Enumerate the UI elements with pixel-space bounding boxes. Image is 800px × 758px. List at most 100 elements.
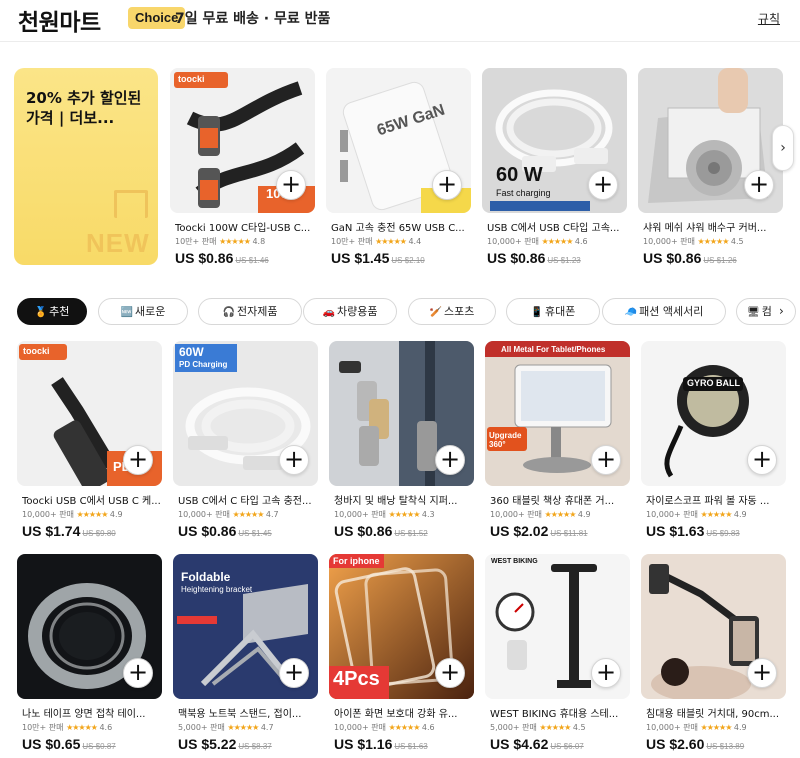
product-meta: 10만+ 판매 ★★★★★ 4.6 — [22, 722, 112, 733]
rules-link[interactable]: 규칙 — [758, 10, 780, 27]
tab-phone[interactable]: 📱 휴대폰 — [506, 298, 600, 325]
image-caption: All Metal For Tablet/Phones — [501, 345, 606, 354]
rating-value: 4.6 — [421, 723, 435, 732]
headphones-icon: 🎧 — [222, 307, 235, 318]
product-title[interactable]: Toocki USB C에서 USB C 케... — [22, 492, 160, 507]
original-price: US $9.83 — [706, 529, 740, 538]
top-product-card[interactable]: 65W GaN + GaN 고속 충전 65W USB C... 10만+ 판매… — [326, 68, 471, 266]
product-title[interactable]: 나노 테이프 양면 접착 테이... — [22, 705, 160, 720]
star-rating-icon: ★★★★★ — [66, 723, 98, 732]
current-price: US $1.74 — [22, 523, 81, 539]
original-price: US $11.81 — [550, 529, 588, 538]
tab-car[interactable]: 🚗 차량용품 — [303, 298, 397, 325]
tab-computer[interactable]: 🖥 컴 — [736, 298, 796, 325]
brand-label: toocki — [178, 74, 205, 84]
product-card[interactable]: For iphone 4Pcs + 아이폰 화면 보호대 강화 유... 10,… — [329, 554, 474, 754]
product-card[interactable]: GYRO BALL + 자이로스코프 파워 볼 자동 ... 10,000+ 판… — [641, 341, 786, 541]
chevron-right-icon[interactable]: › — [779, 304, 784, 318]
product-title[interactable]: 맥북용 노트북 스탠드, 접이... — [178, 705, 316, 720]
image-caption: GYRO BALL — [687, 378, 740, 388]
star-rating-icon: ★★★★★ — [388, 723, 421, 732]
page-title: 천원마트 — [18, 10, 101, 36]
add-to-cart-button[interactable]: + — [123, 445, 153, 475]
star-rating-icon: ★★★★★ — [700, 510, 733, 519]
star-rating-icon: ★★★★★ — [375, 237, 407, 246]
product-title[interactable]: GaN 고속 충전 65W USB C... — [331, 219, 469, 234]
product-title[interactable]: USB C에서 C 타입 고속 충전... — [178, 492, 316, 507]
product-card[interactable]: Foldable Heightening bracket + 맥북용 노트북 스… — [173, 554, 318, 754]
product-meta: 10,000+ 판매 ★★★★★ 4.9 — [646, 509, 747, 520]
product-card[interactable]: + 청바지 및 배낭 탈착식 지퍼... 10,000+ 판매 ★★★★★ 4.… — [329, 341, 474, 541]
add-to-cart-button[interactable]: + — [591, 445, 621, 475]
product-card[interactable]: 60W PD Charging + USB C에서 C 타입 고속 충전... … — [173, 341, 318, 541]
top-product-card[interactable]: + 샤워 메쉬 샤워 배수구 커버... 10,000+ 판매 ★★★★★ 4.… — [638, 68, 783, 266]
add-to-cart-button[interactable]: + — [744, 170, 774, 200]
top-product-card[interactable]: 60 W Fast charging + USB C에서 USB C타입 고속.… — [482, 68, 627, 266]
add-to-cart-button[interactable]: + — [588, 170, 618, 200]
add-to-cart-button[interactable]: + — [279, 445, 309, 475]
carousel-next-button[interactable]: › — [772, 125, 794, 171]
tab-sports[interactable]: 🏏 스포츠 — [408, 298, 496, 325]
product-meta: 10,000+ 판매 ★★★★★ 4.3 — [334, 509, 435, 520]
product-price: US $0.65 US $0.87 — [22, 734, 116, 753]
rating-value: 4.9 — [109, 510, 123, 519]
add-to-cart-button[interactable]: + — [747, 445, 777, 475]
car-icon: 🚗 — [322, 307, 335, 318]
header: 천원마트 Choice 7일 무료 배송 · 무료 반품 규칙 — [0, 0, 800, 42]
product-meta: 10,000+ 판매 ★★★★★ 4.9 — [22, 509, 123, 520]
tab-label: 컴 — [761, 305, 772, 318]
product-title[interactable]: 샤워 메쉬 샤워 배수구 커버... — [643, 219, 781, 234]
add-to-cart-button[interactable]: + — [747, 658, 777, 688]
rating-value: 4.7 — [265, 510, 279, 519]
add-to-cart-button[interactable]: + — [435, 445, 465, 475]
top-product-card[interactable]: toocki 100W + Toocki 100W C타입-USB C... 1… — [170, 68, 315, 266]
product-card[interactable]: toocki PD + Toocki USB C에서 USB C 케... 10… — [17, 341, 162, 541]
add-to-cart-button[interactable]: + — [123, 658, 153, 688]
current-price: US $2.60 — [646, 736, 705, 752]
rating-value: 4.9 — [577, 510, 591, 519]
sold-count: 10,000+ 판매 — [178, 510, 230, 519]
add-to-cart-button[interactable]: + — [435, 658, 465, 688]
tab-electronics[interactable]: 🎧 전자제품 — [198, 298, 302, 325]
category-tabs: 🏅 추천 🆕 새로운 🎧 전자제품 🚗 차량용품 🏏 스포츠 📱 휴대폰 🧢 패션 액세서리 … — [17, 298, 800, 326]
current-price: US $1.16 — [334, 736, 393, 752]
image-sub-caption: Heightening bracket — [181, 585, 253, 594]
add-to-cart-button[interactable]: + — [432, 170, 462, 200]
product-price: US $4.62 US $6.07 — [490, 734, 584, 753]
star-rating-icon: ★★★★★ — [700, 723, 733, 732]
sold-count: 10,000+ 판매 — [334, 723, 386, 732]
product-price: US $2.60 US $13.89 — [646, 734, 744, 753]
current-price: US $0.86 — [643, 250, 702, 266]
product-title[interactable]: WEST BIKING 휴대용 스테... — [490, 705, 628, 720]
star-rating-icon: ★★★★★ — [541, 237, 574, 246]
add-to-cart-button[interactable]: + — [276, 170, 306, 200]
add-to-cart-button[interactable]: + — [279, 658, 309, 688]
original-price: US $1.63 — [394, 742, 428, 751]
star-rating-icon: ★★★★★ — [539, 723, 571, 732]
product-card[interactable]: WEST BIKING + WEST BIKING 휴대용 스테... 5,00… — [485, 554, 630, 754]
star-rating-icon: ★★★★★ — [219, 237, 251, 246]
tab-label: 휴대폰 — [545, 305, 576, 318]
product-card[interactable]: All Metal For Tablet/Phones Upgrade 360°… — [485, 341, 630, 541]
sold-count: 10,000+ 판매 — [490, 510, 542, 519]
tab-fashion[interactable]: 🧢 패션 액세서리 — [602, 298, 726, 325]
promo-card[interactable]: 20% 추가 할인된 가격 | 더보... NEW — [14, 68, 158, 265]
product-title[interactable]: 청바지 및 배낭 탈착식 지퍼... — [334, 492, 472, 507]
sold-count: 5,000+ 판매 — [178, 723, 225, 732]
product-price: US $2.02 US $11.81 — [490, 521, 588, 540]
product-card[interactable]: + 침대용 태블릿 거치대, 90cm... 10,000+ 판매 ★★★★★ … — [641, 554, 786, 754]
product-title[interactable]: 아이폰 화면 보호대 강화 유... — [334, 705, 472, 720]
product-card[interactable]: + 나노 테이프 양면 접착 테이... 10만+ 판매 ★★★★★ 4.6 U… — [17, 554, 162, 754]
rating-value: 4.8 — [252, 237, 266, 246]
tab-new[interactable]: 🆕 새로운 — [98, 298, 188, 325]
product-title[interactable]: Toocki 100W C타입-USB C... — [175, 219, 313, 234]
product-title[interactable]: 자이로스코프 파워 볼 자동 ... — [646, 492, 784, 507]
product-meta: 10만+ 판매 ★★★★★ 4.8 — [175, 236, 265, 247]
product-title[interactable]: USB C에서 USB C타입 고속... — [487, 219, 625, 234]
tab-recommended[interactable]: 🏅 추천 — [17, 298, 87, 325]
current-price: US $5.22 — [178, 736, 237, 752]
product-title[interactable]: 침대용 태블릿 거치대, 90cm... — [646, 705, 784, 720]
image-caption: Foldable — [181, 570, 231, 584]
product-title[interactable]: 360 태블릿 책상 휴대폰 거... — [490, 492, 628, 507]
add-to-cart-button[interactable]: + — [591, 658, 621, 688]
